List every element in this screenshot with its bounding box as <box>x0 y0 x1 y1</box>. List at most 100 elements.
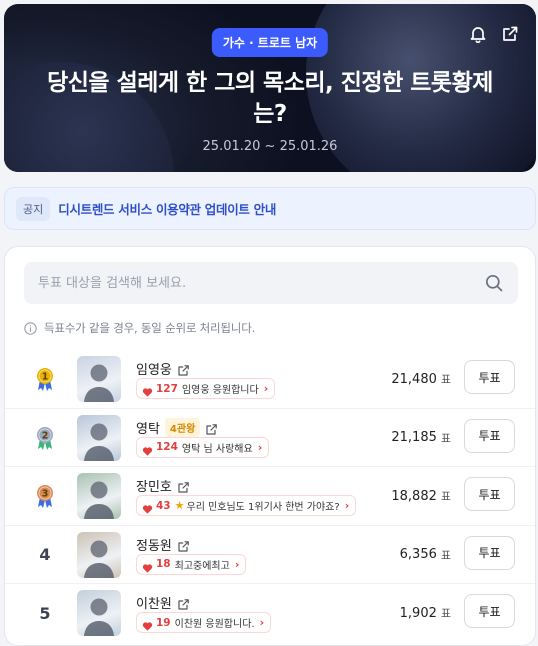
heart-icon <box>142 559 153 573</box>
star-icon: ★ <box>174 499 185 512</box>
vote-button[interactable]: 투표 <box>464 535 515 570</box>
vote-button[interactable]: 투표 <box>464 477 515 511</box>
ranking-panel: 득표수가 같을 경우, 동일 순위로 처리됩니다. 1 임영웅 127 임영웅 … <box>4 246 536 646</box>
cheer-message: 이찬원 응원합니다. <box>174 619 255 630</box>
ranking-row: 3 장민호 43 ★ 우리 민호님도 1위기사 한번 가야죠? › 18,882… <box>5 467 535 526</box>
cheer-message-chip[interactable]: 127 임영웅 응원합니다 › <box>136 378 276 399</box>
vote-button[interactable]: 투표 <box>464 594 515 628</box>
vote-period: 25.01.20 ~ 25.01.26 <box>202 139 338 154</box>
external-link-icon[interactable] <box>177 538 190 552</box>
rank-indicator: 2 <box>33 409 57 467</box>
external-link-icon[interactable] <box>177 479 190 493</box>
candidate-name[interactable]: 장민호 <box>136 476 172 495</box>
vote-unit: 표 <box>440 373 451 386</box>
vote-unit: 표 <box>440 431 451 445</box>
vote-count: 21,480 <box>391 371 437 387</box>
cheer-count: 43 <box>156 499 171 512</box>
chevron-right-icon: › <box>259 616 265 629</box>
bronze-medal-icon: 3 <box>37 485 53 508</box>
cheer-message-chip[interactable]: 124 영탁 님 사랑해요 › <box>136 436 270 458</box>
vote-total: 18,882 표 <box>391 467 451 525</box>
heart-icon <box>142 500 153 514</box>
candidate-name[interactable]: 정동원 <box>136 535 172 554</box>
cheer-count: 124 <box>156 441 178 453</box>
heart-icon <box>142 617 153 631</box>
notice-banner[interactable]: 공지 디시트렌드 서비스 이용약관 업데이트 안내 <box>4 187 536 230</box>
person-silhouette-icon <box>84 598 114 636</box>
person-silhouette-icon <box>84 540 114 578</box>
category-tag: 가수 · 트로트 남자 <box>211 28 329 57</box>
share-icon[interactable] <box>500 24 520 44</box>
chevron-right-icon: › <box>257 440 263 454</box>
candidate-name[interactable]: 영탁 <box>136 418 160 437</box>
person-silhouette-icon <box>84 481 114 519</box>
candidate-photo[interactable] <box>77 356 121 402</box>
notice-text: 디시트렌드 서비스 이용약관 업데이트 안내 <box>58 202 277 217</box>
person-silhouette-icon <box>84 364 114 402</box>
vote-count: 18,882 <box>391 488 437 504</box>
candidate-name-line: 정동원 <box>136 535 190 554</box>
chevron-right-icon: › <box>344 499 350 512</box>
candidate-name-line: 장민호 <box>136 476 190 495</box>
candidate-photo[interactable] <box>77 473 121 519</box>
candidate-name-line: 이찬원 <box>136 593 190 612</box>
title-badge: 4관왕 <box>164 417 201 437</box>
tie-rule-info: 득표수가 같을 경우, 동일 순위로 처리됩니다. <box>24 320 255 336</box>
rank-number: 3 <box>42 489 49 500</box>
vote-total: 6,356 표 <box>400 526 451 584</box>
candidate-photo[interactable] <box>77 414 121 461</box>
ranking-row: 1 임영웅 127 임영웅 응원합니다 › 21,480 표 투표 <box>5 350 535 409</box>
vote-count: 6,356 <box>399 547 437 562</box>
rank-indicator: 3 <box>33 467 57 525</box>
candidate-name-line: 임영웅 <box>136 359 190 378</box>
cheer-message-chip[interactable]: 18 최고중에최고 › <box>136 553 247 575</box>
rank-number: 2 <box>42 430 49 441</box>
search-icon[interactable] <box>484 273 504 293</box>
rank-number: 1 <box>42 372 49 383</box>
candidate-name[interactable]: 이찬원 <box>136 593 172 612</box>
cheer-message: 임영웅 응원합니다 <box>181 385 259 396</box>
cheer-message-chip[interactable]: 43 ★ 우리 민호님도 1위기사 한번 가야죠? › <box>136 495 357 516</box>
hero-actions <box>468 24 520 44</box>
candidate-photo[interactable] <box>77 590 121 636</box>
rank-number: 4 <box>39 545 51 564</box>
vote-unit: 표 <box>440 548 451 562</box>
cheer-message-chip[interactable]: 19 이찬원 응원합니다. › <box>136 612 272 633</box>
chevron-right-icon: › <box>263 382 269 395</box>
external-link-icon[interactable] <box>177 362 190 376</box>
cheer-count: 127 <box>156 382 178 395</box>
vote-unit: 표 <box>440 490 451 503</box>
vote-total: 21,185 표 <box>391 409 451 467</box>
heart-icon <box>142 383 153 397</box>
external-link-icon[interactable] <box>205 421 218 435</box>
cheer-count: 18 <box>156 558 171 570</box>
ranking-row: 5 이찬원 19 이찬원 응원합니다. › 1,902 표 투표 <box>5 584 535 643</box>
search-bar <box>24 262 518 304</box>
tie-rule-text: 득표수가 같을 경우, 동일 순위로 처리됩니다. <box>44 321 256 335</box>
vote-hero-banner: 가수 · 트로트 남자 당신을 설레게 한 그의 목소리, 진정한 트롯황제는?… <box>4 4 536 172</box>
chevron-right-icon: › <box>234 557 240 571</box>
vote-unit: 표 <box>440 607 451 620</box>
ranking-list: 1 임영웅 127 임영웅 응원합니다 › 21,480 표 투표 2 영탁 4… <box>5 350 535 643</box>
ranking-row: 4 정동원 18 최고중에최고 › 6,356 표 투표 <box>5 526 535 584</box>
cheer-message: 영탁 님 사랑해요 <box>181 443 253 455</box>
candidate-name-line: 영탁 4관왕 <box>136 417 218 437</box>
rank-number: 5 <box>39 603 51 623</box>
vote-button[interactable]: 투표 <box>464 360 515 394</box>
candidate-name[interactable]: 임영웅 <box>136 359 172 378</box>
search-input[interactable] <box>24 262 484 304</box>
candidate-photo[interactable] <box>77 531 121 578</box>
cheer-message: 우리 민호님도 1위기사 한번 가야죠? <box>186 502 340 513</box>
gold-medal-icon: 1 <box>37 368 53 391</box>
external-link-icon[interactable] <box>177 596 190 610</box>
bell-icon[interactable] <box>468 24 488 44</box>
rank-indicator: 4 <box>33 526 57 584</box>
info-icon <box>24 321 37 335</box>
heart-icon <box>142 442 153 456</box>
vote-total: 21,480 표 <box>391 350 451 408</box>
silver-medal-icon: 2 <box>37 426 53 450</box>
person-silhouette-icon <box>84 423 114 461</box>
page-title: 당신을 설레게 한 그의 목소리, 진정한 트롯황제는? <box>47 70 493 127</box>
vote-button[interactable]: 투표 <box>464 418 515 453</box>
vote-total: 1,902 표 <box>400 584 451 642</box>
